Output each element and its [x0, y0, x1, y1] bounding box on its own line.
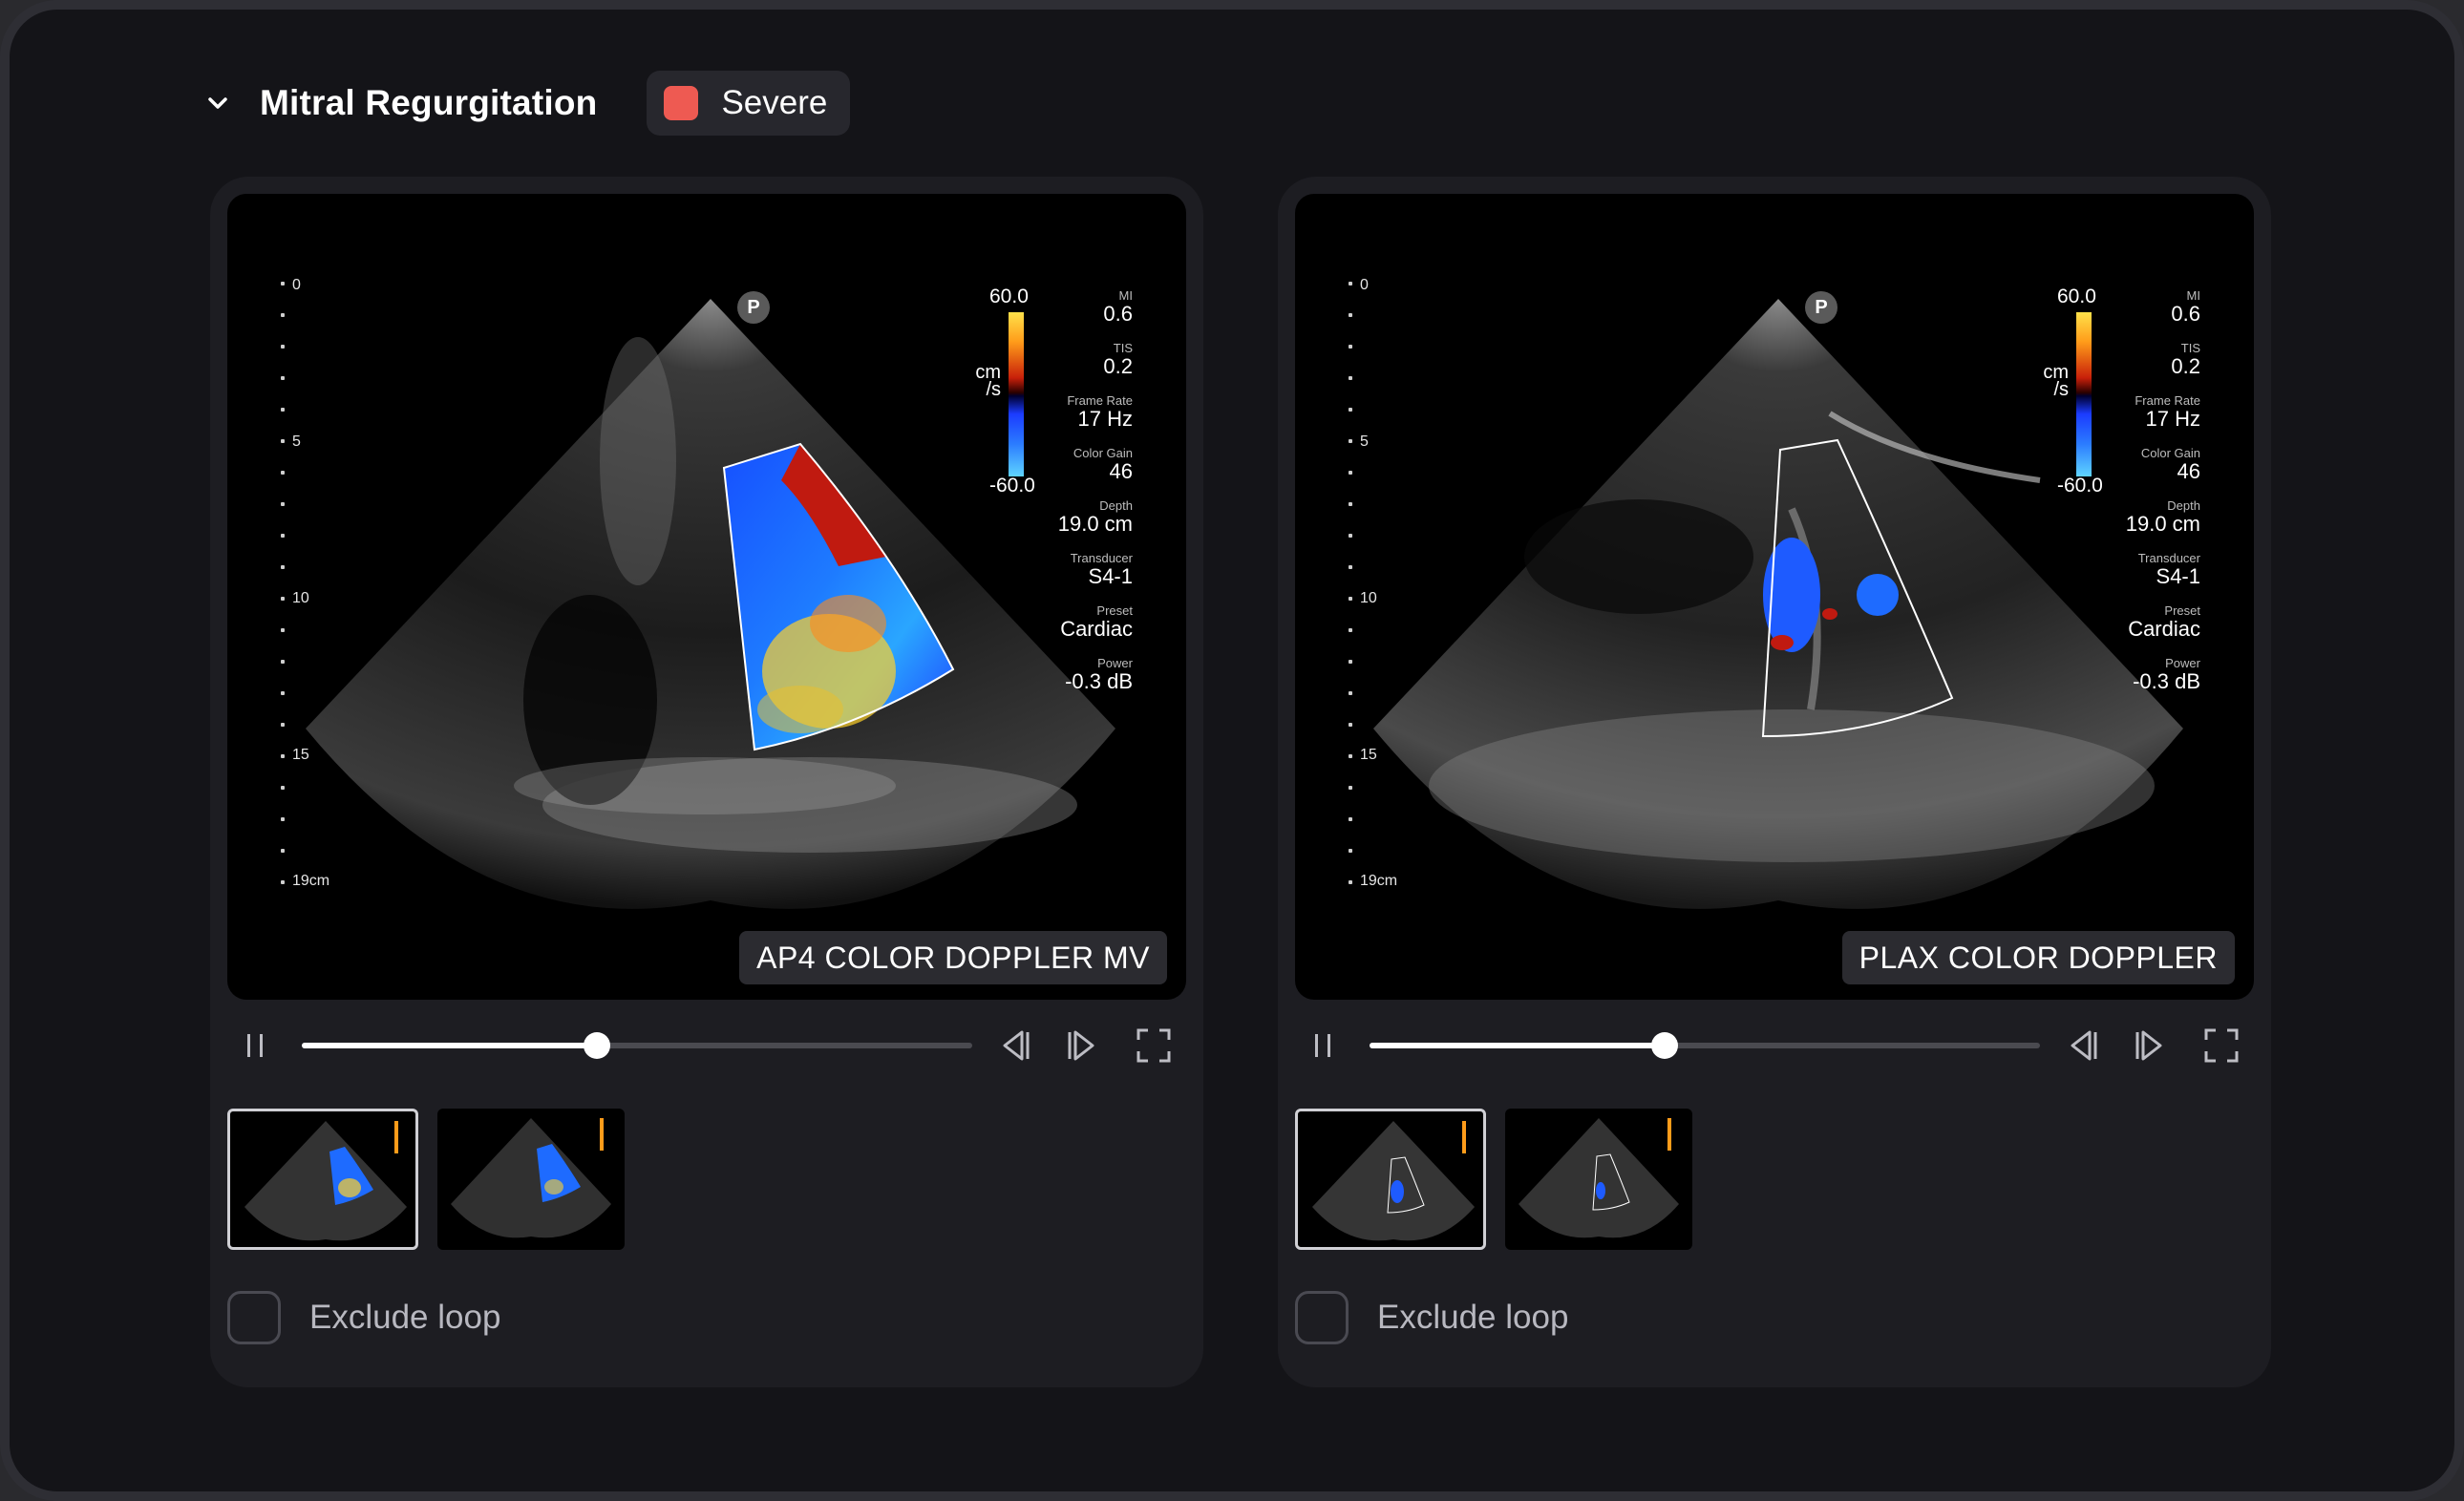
ultrasound-viewer[interactable]: 0 5 10 15 19cm P 60.0 cm/s -60.0 MI 0.6 T… [1295, 194, 2254, 1000]
exclude-loop-row[interactable]: Exclude loop [227, 1290, 500, 1345]
param-preset: Preset Cardiac [1060, 603, 1133, 641]
param-transducer: Transducer S4-1 [2137, 551, 2200, 588]
loop-thumbnail-1[interactable] [1295, 1109, 1486, 1250]
probe-orientation-marker: P [737, 291, 770, 324]
depth-label-15: 15 [1360, 747, 1377, 763]
param-power: Power -0.3 dB [2133, 656, 2200, 693]
step-back-icon[interactable] [2061, 1025, 2103, 1067]
loop-card-ap4: 0 5 10 15 19cm P 60.0 cm/s -60.0 MI 0.6 T… [210, 177, 1203, 1387]
section-header: Mitral Regurgitation Severe [201, 71, 851, 136]
view-label: PLAX COLOR DOPPLER [1841, 931, 2235, 984]
param-color-gain: Color Gain 46 [2140, 446, 2200, 483]
playback-controls [227, 1017, 1186, 1070]
view-label: AP4 COLOR DOPPLER MV [739, 931, 1167, 984]
step-back-icon[interactable] [993, 1025, 1035, 1067]
depth-label-5: 5 [292, 433, 301, 450]
acquisition-params: MI 0.6 TIS 0.2 Frame Rate 17 Hz Color Gain 4… [2067, 289, 2200, 709]
chevron-down-icon[interactable] [201, 86, 235, 120]
exclude-loop-checkbox[interactable] [1295, 1291, 1349, 1344]
depth-scale: 0 5 10 15 19cm [1349, 277, 1406, 902]
param-frame-rate: Frame Rate 17 Hz [1067, 393, 1133, 431]
severity-badge: Severe [647, 71, 851, 136]
fullscreen-icon[interactable] [2200, 1025, 2242, 1067]
colorbar-unit: cm/s [2043, 362, 2069, 400]
acquisition-params: MI 0.6 TIS 0.2 Frame Rate 17 Hz Color Gain 4… [999, 289, 1133, 709]
param-depth: Depth 19.0 cm [1057, 498, 1133, 536]
playback-timeline[interactable] [1370, 1032, 2040, 1059]
colorbar-unit: cm/s [975, 362, 1001, 400]
ultrasound-viewer[interactable]: 0 5 10 15 19cm P 60.0 cm/s -60.0 MI 0.6 T… [227, 194, 1186, 1000]
depth-label-19cm: 19cm [292, 873, 330, 889]
severity-label: Severe [721, 84, 828, 121]
depth-label-10: 10 [1360, 590, 1377, 606]
exclude-loop-row[interactable]: Exclude loop [1295, 1290, 1568, 1345]
timeline-scrubber[interactable] [1650, 1032, 1678, 1059]
depth-label-10: 10 [292, 590, 309, 606]
param-preset: Preset Cardiac [2128, 603, 2200, 641]
depth-label-0: 0 [292, 277, 301, 293]
depth-scale: 0 5 10 15 19cm [281, 277, 338, 902]
playback-timeline[interactable] [302, 1032, 972, 1059]
loop-card-plax: 0 5 10 15 19cm P 60.0 cm/s -60.0 MI 0.6 T… [1278, 177, 2271, 1387]
param-power: Power -0.3 dB [1065, 656, 1133, 693]
step-forward-icon[interactable] [1062, 1025, 1104, 1067]
param-tis: TIS 0.2 [1103, 341, 1133, 378]
loop-thumbnail-1[interactable] [227, 1109, 418, 1250]
param-mi: MI 0.6 [2171, 288, 2200, 326]
pause-icon[interactable] [239, 1028, 273, 1063]
probe-orientation-marker: P [1805, 291, 1837, 324]
exclude-loop-label: Exclude loop [309, 1299, 501, 1336]
fullscreen-icon[interactable] [1133, 1025, 1175, 1067]
param-frame-rate: Frame Rate 17 Hz [2135, 393, 2200, 431]
depth-label-5: 5 [1360, 433, 1369, 450]
timeline-scrubber[interactable] [583, 1032, 610, 1059]
severity-color-swatch [664, 86, 699, 120]
playback-controls [1295, 1017, 2254, 1070]
depth-label-19cm: 19cm [1360, 873, 1398, 889]
pause-icon[interactable] [1306, 1028, 1341, 1063]
exclude-loop-label: Exclude loop [1377, 1299, 1569, 1336]
step-forward-icon[interactable] [2130, 1025, 2172, 1067]
timeline-progress [1370, 1043, 1665, 1048]
depth-label-15: 15 [292, 747, 309, 763]
depth-label-0: 0 [1360, 277, 1369, 293]
timeline-progress [302, 1043, 597, 1048]
exclude-loop-checkbox[interactable] [227, 1291, 281, 1344]
app-window: Mitral Regurgitation Severe 0 5 10 15 19… [0, 0, 2464, 1501]
param-transducer: Transducer S4-1 [1070, 551, 1133, 588]
loop-thumbnail-2[interactable] [1505, 1109, 1692, 1250]
param-mi: MI 0.6 [1103, 288, 1133, 326]
param-tis: TIS 0.2 [2171, 341, 2200, 378]
loop-thumbnail-2[interactable] [437, 1109, 625, 1250]
param-color-gain: Color Gain 46 [1073, 446, 1133, 483]
section-title: Mitral Regurgitation [260, 83, 598, 122]
param-depth: Depth 19.0 cm [2125, 498, 2200, 536]
